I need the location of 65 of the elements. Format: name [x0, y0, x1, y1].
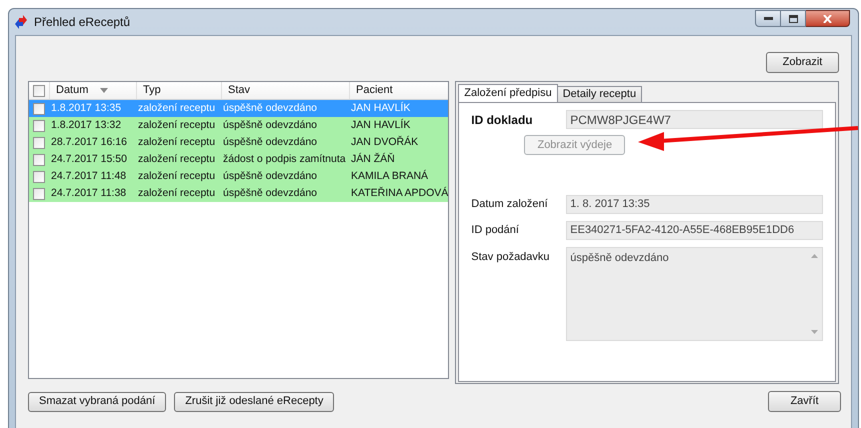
table-cell-text: 28.7.2017 16:16	[50, 134, 128, 150]
minimize-icon	[764, 17, 772, 20]
table-cell-text: založení receptu	[137, 186, 216, 201]
close-button[interactable]	[806, 10, 850, 27]
table-cell-text: založení receptu	[137, 118, 216, 133]
table-cell-text: 24.7.2017 11:38	[50, 186, 128, 201]
column-header[interactable]: Datum	[49, 82, 136, 99]
table-cell-text: JAN HAVLÍK	[350, 100, 412, 116]
table-cell-text: KAMILA BRANÁ	[350, 168, 430, 184]
maximize-icon	[788, 14, 798, 22]
text-area-value: úspěšně odevzdáno	[569, 251, 670, 266]
checkbox[interactable]	[33, 188, 45, 200]
field-label: Stav požadavku	[471, 250, 551, 265]
tab[interactable]: Detaily receptu	[556, 86, 642, 102]
checkbox[interactable]	[33, 136, 45, 148]
minimize-button[interactable]	[755, 10, 781, 27]
field-label: ID podání	[471, 223, 520, 238]
tab[interactable]: Založení předpisu	[458, 84, 558, 102]
table-cell-text: 1.8.2017 13:32	[50, 118, 122, 133]
footer-button[interactable]: Zrušit již odeslané eRecepty	[174, 392, 334, 412]
checkbox[interactable]	[33, 120, 45, 132]
maximize-button[interactable]	[781, 10, 806, 27]
table-cell-text: úspěšně odevzdáno	[222, 100, 318, 116]
table-cell-text: JAN HAVLÍK	[350, 118, 412, 133]
table-row[interactable]: 24.7.2017 11:48 založení receptu úspěšně odevzdáno KAMILA BRANÁ	[29, 168, 448, 185]
table-cell-text: úspěšně odevzdáno	[222, 118, 318, 133]
scroll-up-icon	[810, 254, 818, 258]
checkbox[interactable]	[33, 154, 45, 166]
table-cell-text: 24.7.2017 11:48	[50, 168, 128, 184]
table-row[interactable]: 28.7.2017 16:16 založení receptu úspěšně odevzdáno JAN DVOŘÁK	[29, 134, 448, 151]
text-area[interactable]: úspěšně odevzdáno	[566, 247, 824, 341]
table-cell-text: JÁN ŽÁŇ	[350, 152, 396, 167]
footer-button[interactable]: Smazat vybraná podání	[28, 392, 166, 412]
table-cell-text: KATEŘINA APDOVÁ	[350, 186, 448, 201]
checkbox[interactable]	[33, 102, 45, 114]
column-header[interactable]: Stav	[221, 82, 349, 99]
table-cell-text: založení receptu	[137, 152, 216, 167]
table-cell-text: úspěšně odevzdáno	[222, 168, 318, 184]
input-field[interactable]: EE340271-5FA2-4120-A55E-468EB95E1DD6	[566, 221, 824, 240]
checkbox[interactable]	[33, 170, 45, 182]
table-cell-text: založení receptu	[137, 134, 216, 150]
input-field[interactable]: 1. 8. 2017 13:35	[566, 195, 824, 214]
table-cell-text: žádost o podpis zamítnuta	[222, 152, 347, 167]
app-logo-icon	[13, 15, 29, 29]
table-row[interactable]: 1.8.2017 13:32 založení receptu úspěšně odevzdáno JAN HAVLÍK	[29, 117, 448, 134]
close-dialog-button[interactable]: Zavřít	[768, 391, 841, 412]
table-cell-text: založení receptu	[137, 100, 216, 116]
table-cell-text: JAN DVOŘÁK	[350, 134, 420, 150]
table-cell-text: založení receptu	[137, 168, 216, 184]
table-cell-text: 1.8.2017 13:35	[50, 100, 122, 116]
column-header[interactable]: Pacient	[349, 82, 448, 99]
close-icon	[823, 14, 832, 22]
table-cell-text: 24.7.2017 15:50	[50, 152, 128, 167]
table-row[interactable]: 24.7.2017 11:38 založení receptu úspěšně odevzdáno KATEŘINA APDOVÁ	[29, 185, 448, 202]
checkbox[interactable]	[33, 84, 45, 96]
window-title: Přehled eReceptů	[34, 14, 130, 31]
field-label: Datum založení	[471, 197, 549, 212]
input-field[interactable]: PCMW8PJGE4W7	[566, 110, 824, 129]
column-header[interactable]: Typ	[136, 82, 221, 99]
show-button[interactable]: Zobrazit	[766, 52, 839, 73]
field-label: ID dokladu	[471, 112, 534, 128]
scroll-down-icon	[810, 330, 818, 334]
table-row[interactable]: 24.7.2017 15:50 založení receptu žádost o podpis zamítnuta JÁN ŽÁŇ	[29, 151, 448, 168]
table-cell-text: úspěšně odevzdáno	[222, 186, 318, 201]
table-cell-text: úspěšně odevzdáno	[222, 134, 318, 150]
